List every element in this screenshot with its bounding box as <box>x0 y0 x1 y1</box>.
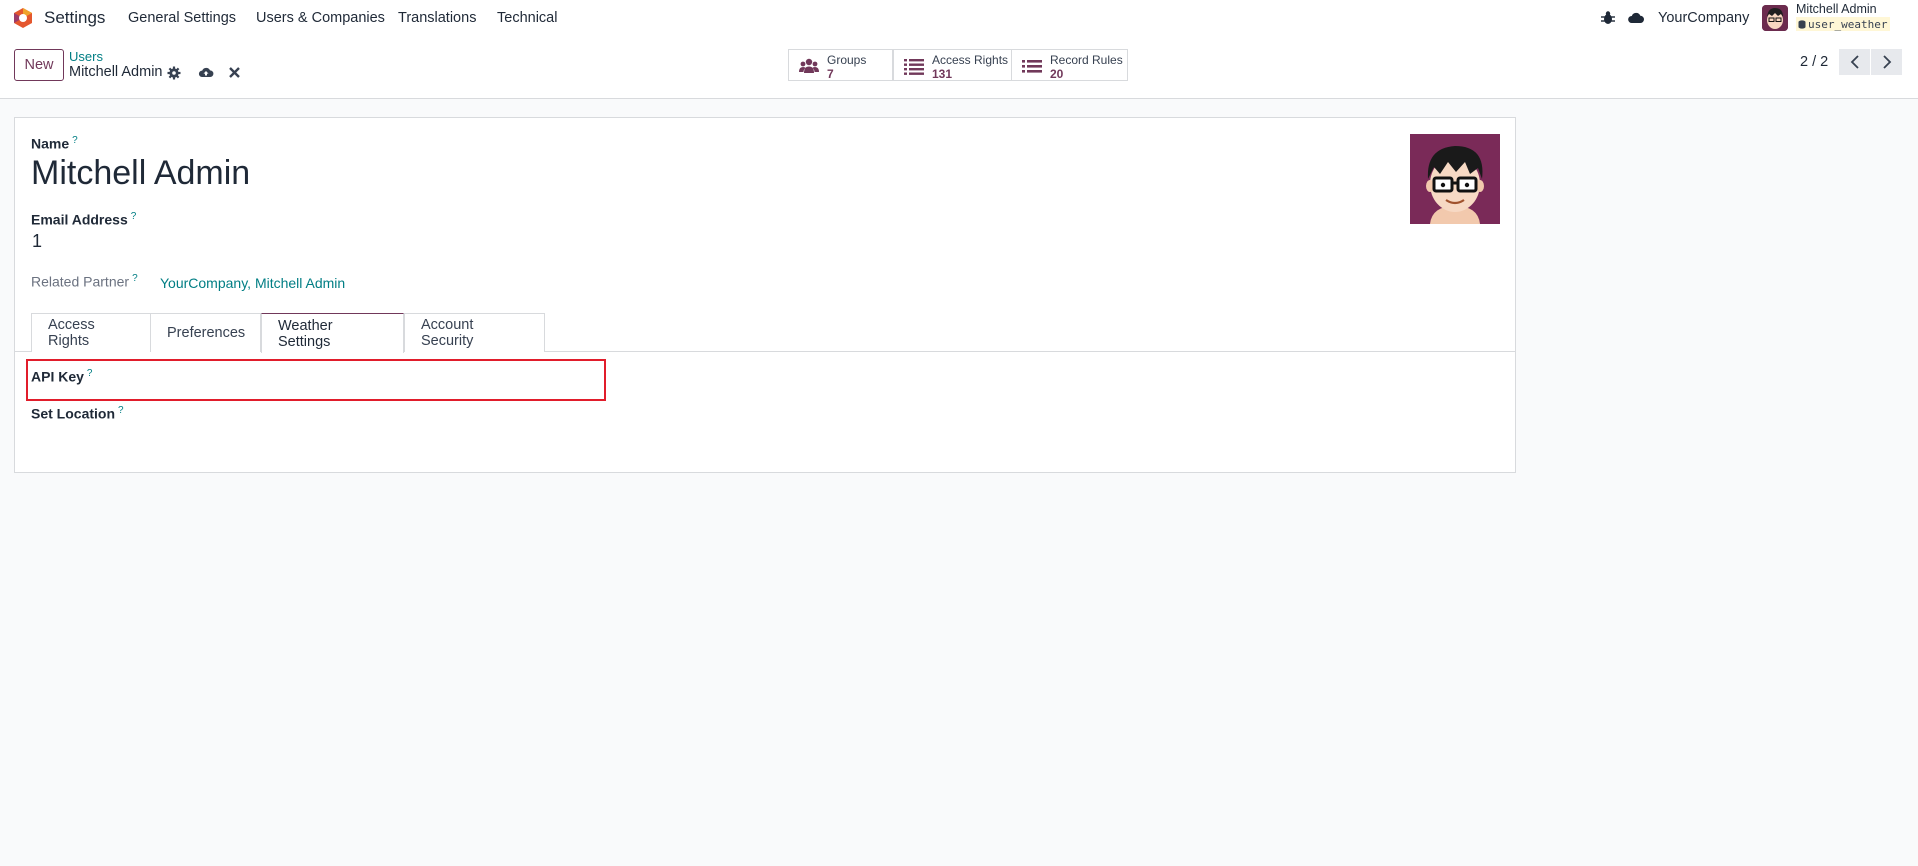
related-partner-label-text: Related Partner <box>31 273 130 290</box>
cloud-icon[interactable] <box>1627 9 1645 27</box>
api-key-label: API Key? <box>31 368 92 385</box>
access-rights-label: Access Rights <box>932 53 1009 67</box>
groups-count: 7 <box>827 67 834 81</box>
related-partner-label: Related Partner? <box>31 273 138 290</box>
record-rules-label: Record Rules <box>1050 53 1123 67</box>
top-navbar: Settings General Settings Users & Compan… <box>0 0 1918 36</box>
users-icon <box>799 58 819 73</box>
record-rules-count: 20 <box>1050 67 1064 81</box>
record-rules-stat-button[interactable]: Record Rules 20 <box>1011 49 1128 81</box>
groups-stat-button[interactable]: Groups 7 <box>788 49 893 81</box>
tab-weather-settings[interactable]: Weather Settings <box>261 313 404 353</box>
email-label-text: Email Address <box>31 211 128 228</box>
company-switcher[interactable]: YourCompany <box>1658 10 1749 26</box>
tab-access-rights[interactable]: Access Rights <box>31 313 151 352</box>
app-name[interactable]: Settings <box>44 8 105 28</box>
pager-value[interactable]: 2 / 2 <box>1800 54 1828 70</box>
related-partner-help-icon[interactable]: ? <box>132 273 138 284</box>
user-avatar-image[interactable] <box>1410 134 1500 224</box>
name-field[interactable]: Mitchell Admin <box>31 154 250 193</box>
api-key-help-icon[interactable]: ? <box>87 368 93 379</box>
api-key-input[interactable] <box>135 365 595 393</box>
database-badge: user_weather <box>1796 17 1891 31</box>
odoo-logo-icon[interactable] <box>12 7 34 29</box>
email-help-icon[interactable]: ? <box>131 211 137 222</box>
groups-label: Groups <box>827 53 867 67</box>
breadcrumb-current-record: Mitchell Admin <box>69 64 163 80</box>
list-icon <box>1022 60 1042 73</box>
menu-general-settings[interactable]: General Settings <box>128 10 236 26</box>
bug-icon[interactable] <box>1599 9 1617 27</box>
list-icon <box>904 59 924 75</box>
set-location-label-text: Set Location <box>31 405 116 422</box>
tab-preferences[interactable]: Preferences <box>150 313 261 352</box>
database-icon <box>1798 19 1806 29</box>
chevron-left-icon <box>1850 55 1859 69</box>
chevron-right-icon <box>1882 55 1891 69</box>
related-partner-link[interactable]: YourCompany, Mitchell Admin <box>160 275 345 291</box>
set-location-label: Set Location? <box>31 405 124 422</box>
access-rights-stat-button[interactable]: Access Rights 131 <box>893 49 1012 81</box>
name-help-icon[interactable]: ? <box>72 135 78 146</box>
menu-technical[interactable]: Technical <box>497 10 557 26</box>
api-key-label-text: API Key <box>31 368 84 385</box>
database-name: user_weather <box>1808 17 1888 31</box>
close-icon[interactable] <box>228 66 241 79</box>
gear-icon[interactable] <box>167 66 181 80</box>
set-location-input[interactable] <box>155 402 595 430</box>
pager-previous-button[interactable] <box>1839 49 1870 75</box>
control-panel: New Users Mitchell Admin Groups 7 Access… <box>0 36 1918 99</box>
cloud-upload-icon[interactable] <box>198 64 214 80</box>
notebook-tabs: Access Rights Preferences Weather Settin… <box>15 313 1515 353</box>
form-sheet: Name? Mitchell Admin Email Address? 1 Re… <box>14 117 1516 473</box>
menu-translations[interactable]: Translations <box>398 10 476 26</box>
user-avatar[interactable] <box>1762 5 1788 31</box>
breadcrumb-users[interactable]: Users <box>69 49 103 64</box>
set-location-help-icon[interactable]: ? <box>118 405 124 416</box>
access-rights-count: 131 <box>932 67 953 81</box>
email-field[interactable]: 1 <box>32 231 42 252</box>
new-button[interactable]: New <box>14 49 64 81</box>
user-name[interactable]: Mitchell Admin <box>1796 2 1877 16</box>
pager-next-button[interactable] <box>1871 49 1902 75</box>
name-label-text: Name <box>31 135 70 152</box>
menu-users-companies[interactable]: Users & Companies <box>256 10 385 26</box>
tab-account-security[interactable]: Account Security <box>404 313 545 352</box>
name-label: Name? <box>31 135 78 152</box>
email-label: Email Address? <box>31 211 136 228</box>
